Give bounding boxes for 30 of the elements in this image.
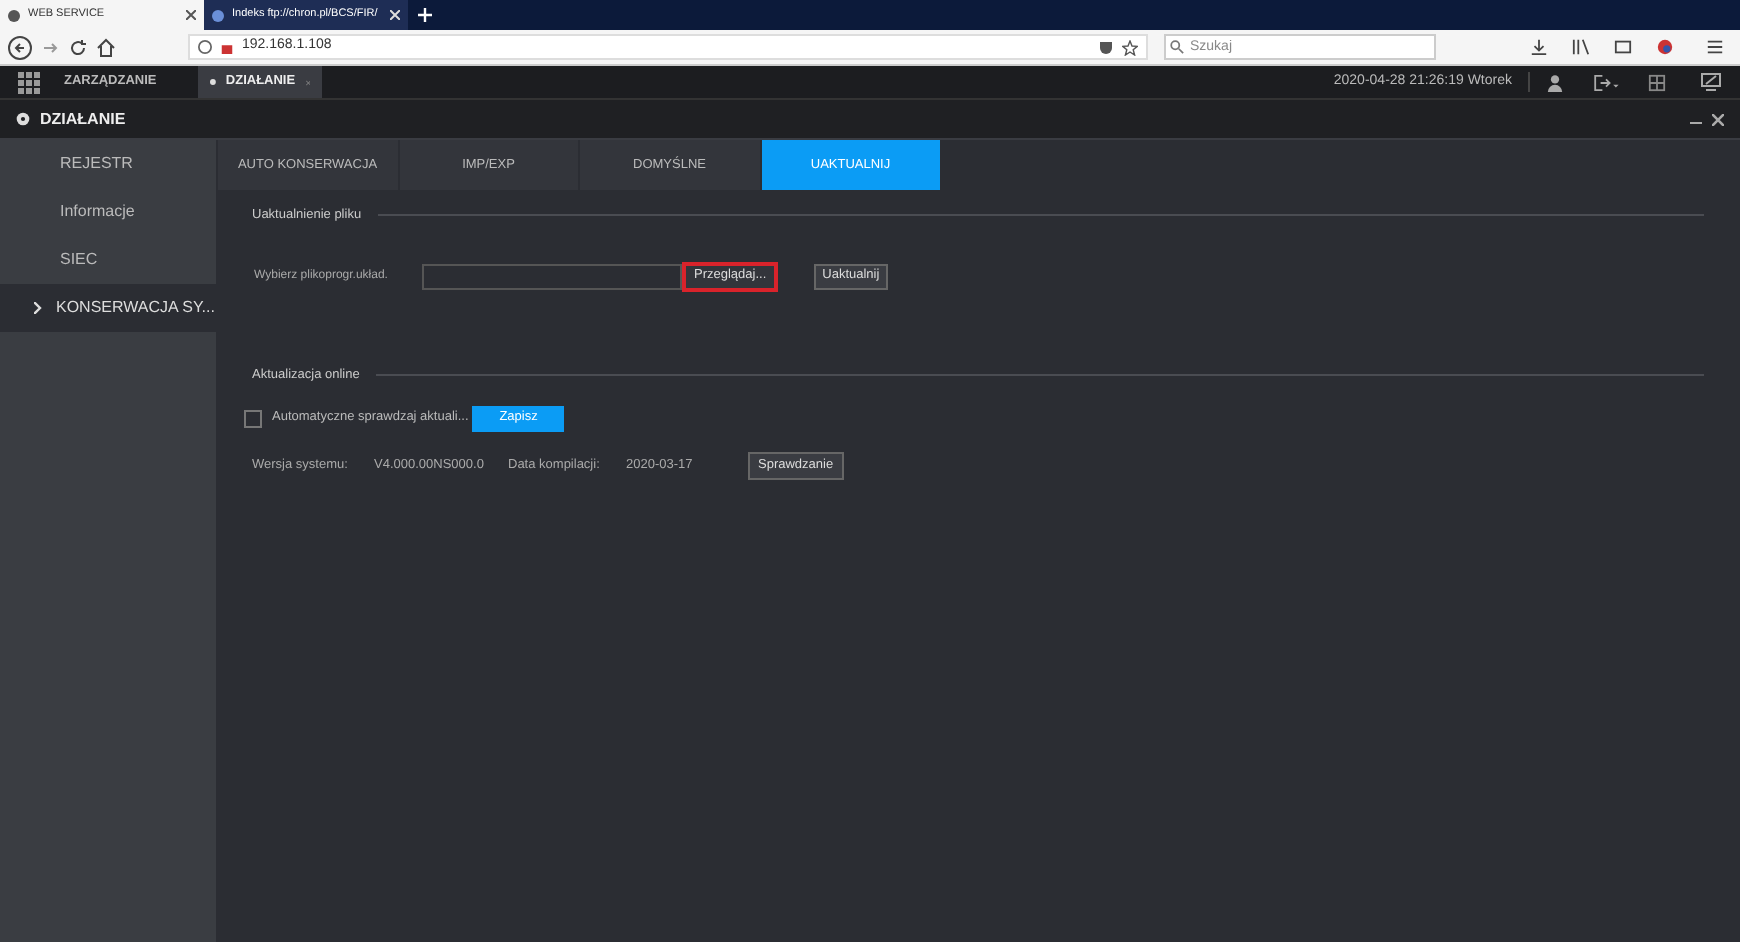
chevron-icon: [34, 302, 42, 314]
close-icon[interactable]: [1712, 113, 1724, 125]
grid-icon[interactable]: [18, 71, 40, 93]
pocket-icon[interactable]: [1098, 39, 1114, 55]
info-icon: [198, 40, 212, 54]
reload-icon[interactable]: [68, 37, 88, 57]
panel-title: DZIAŁANIE: [40, 107, 126, 131]
search-icon: [1170, 40, 1184, 54]
sidebar-item[interactable]: SIEC: [0, 236, 216, 284]
sidebar-item[interactable]: Informacje: [0, 188, 216, 236]
panel-icon[interactable]: [1648, 73, 1666, 91]
logout-icon[interactable]: [1592, 73, 1620, 91]
back-icon[interactable]: [8, 35, 32, 59]
minimize-icon[interactable]: [1690, 121, 1702, 125]
star-icon[interactable]: [1122, 39, 1138, 55]
download-icon[interactable]: [1530, 38, 1548, 56]
user-icon[interactable]: [1546, 73, 1564, 91]
menu-icon[interactable]: [1706, 38, 1724, 56]
extension-icon[interactable]: [1656, 38, 1674, 56]
sidebar-icon[interactable]: [1614, 38, 1632, 56]
new-tab-icon[interactable]: [418, 8, 432, 22]
home-icon[interactable]: [96, 37, 116, 57]
sidebar-item[interactable]: KONSERWACJA SY...: [0, 284, 216, 332]
forward-icon[interactable]: [40, 37, 60, 57]
checkbox[interactable]: [244, 409, 262, 427]
close-icon[interactable]: [186, 10, 196, 20]
sidebar-item[interactable]: REJESTR: [0, 140, 216, 188]
monitor-icon[interactable]: [1700, 72, 1722, 92]
library-icon[interactable]: [1572, 38, 1590, 56]
file-path-field[interactable]: [422, 263, 682, 290]
